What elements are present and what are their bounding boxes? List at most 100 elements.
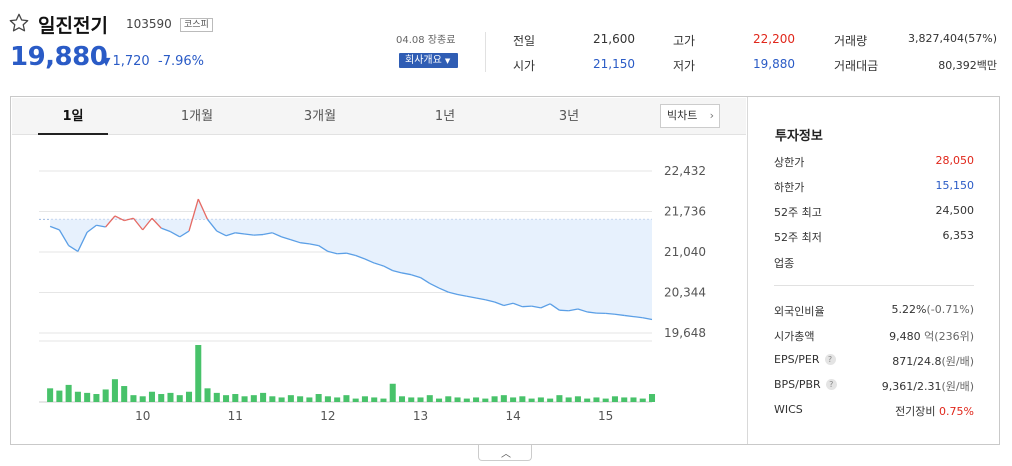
volume-bar xyxy=(482,398,489,402)
bps-pbr-row: BPS/PBR? 9,361/2.31(원/배) xyxy=(774,378,974,396)
bps-pbr-label: BPS/PBR? xyxy=(774,378,837,391)
down-triangle-icon: ▼ xyxy=(102,55,111,68)
volume-bar xyxy=(510,397,517,402)
upper-limit-value: 28,050 xyxy=(935,154,975,167)
price-change-value: 1,720 xyxy=(112,54,150,69)
market-cap: 9,480 xyxy=(889,330,921,343)
eps-per-row: EPS/PER? 871/24.8(원/배) xyxy=(774,353,974,371)
lower-limit-value: 15,150 xyxy=(935,179,975,192)
volume-bar xyxy=(287,395,294,402)
volume-bar xyxy=(593,397,600,402)
wics-sector[interactable]: 전기장비 xyxy=(895,405,935,418)
volume-bar xyxy=(232,394,239,402)
lower-limit-row: 하한가 15,150 xyxy=(774,179,974,197)
volume-bar xyxy=(93,394,100,402)
volume-bar xyxy=(500,395,507,402)
y-tick-label: 20,344 xyxy=(664,286,706,300)
eps-per-label: EPS/PER? xyxy=(774,353,836,366)
volume-bar xyxy=(84,392,91,402)
volume-bar xyxy=(537,397,544,402)
tab-3year[interactable]: 3년 xyxy=(534,98,604,135)
volume-bar xyxy=(111,379,118,402)
chart-panel: 1일 1개월 3개월 1년 3년 빅차트 › 22,432 21,736 21,040… xyxy=(10,96,1000,445)
volume-bar xyxy=(195,345,202,402)
divider xyxy=(774,285,974,286)
stock-header: 일진전기 103590 코스피 19,880 ▼ 1,720 -7.96% 04.… xyxy=(0,0,1012,90)
tab-1year[interactable]: 1년 xyxy=(410,98,480,135)
sector-label: 업종 xyxy=(774,257,795,270)
bps-pbr-label-text: BPS/PBR xyxy=(774,378,821,391)
current-price: 19,880 xyxy=(10,42,108,72)
foreign-ratio-row: 외국인비율 5.22%(-0.71%) xyxy=(774,303,974,321)
volume-bar xyxy=(417,397,424,402)
volume-bar xyxy=(158,394,165,402)
volume-bar xyxy=(584,398,591,402)
tab-3month[interactable]: 3개월 xyxy=(285,98,355,135)
volume-bar xyxy=(139,396,146,402)
w52-high-label: 52주 최고 xyxy=(774,206,822,219)
volume-bar xyxy=(361,396,368,402)
w52-low-label: 52주 최저 xyxy=(774,231,822,244)
price-line-segment xyxy=(337,252,347,255)
investment-title: 투자정보 xyxy=(775,129,823,144)
market-badge: 코스피 xyxy=(180,18,213,32)
volume-bar xyxy=(380,398,387,402)
price-line-segment xyxy=(522,305,532,308)
help-icon[interactable]: ? xyxy=(824,354,836,365)
volume-bar xyxy=(185,391,193,402)
eps-per: 871/24.8 xyxy=(892,355,942,368)
prev-close-value: 21,600 xyxy=(593,32,635,46)
foreign-ratio: 5.22% xyxy=(891,303,927,316)
high-label: 고가 xyxy=(673,34,696,48)
collapse-button[interactable]: ︿ xyxy=(478,445,532,461)
volume-bar xyxy=(426,395,433,402)
tab-1month[interactable]: 1개월 xyxy=(162,98,232,135)
bigchart-button[interactable]: 빅차트 › xyxy=(660,104,720,128)
star-icon[interactable] xyxy=(8,12,30,34)
open-value: 21,150 xyxy=(593,57,635,71)
volume-bars xyxy=(47,345,656,402)
volume-bar xyxy=(260,392,267,402)
y-tick-label: 22,432 xyxy=(664,164,706,178)
stock-code: 103590 xyxy=(126,17,172,31)
volume-bar xyxy=(297,396,304,402)
volume-bar xyxy=(204,388,211,402)
volume-bar xyxy=(602,398,609,402)
volume-bar xyxy=(213,392,220,402)
company-overview-button[interactable]: 회사개요 ▼ xyxy=(399,53,458,68)
volume-bar xyxy=(408,397,415,402)
volume-bar xyxy=(436,398,443,402)
market-status: 04.08 장종료 xyxy=(396,35,456,46)
price-chart[interactable]: 22,43221,73621,04020,34419,648 10 11 12 13 1… xyxy=(12,136,746,444)
price-line-segment xyxy=(605,312,616,315)
w52-high-value: 24,500 xyxy=(935,204,975,217)
wics-change: 0.75% xyxy=(939,405,974,418)
bigchart-label: 빅차트 xyxy=(667,109,698,122)
w52-low-value: 6,353 xyxy=(942,229,975,242)
divider xyxy=(485,32,486,72)
volume-bar xyxy=(491,396,498,402)
volume-bar xyxy=(343,395,350,402)
market-cap-unit: 억(236위) xyxy=(924,330,974,343)
bps-pbr-unit: (원/배) xyxy=(941,380,974,393)
y-tick-label: 21,736 xyxy=(664,205,706,219)
volume-bar xyxy=(241,396,248,402)
chevron-up-icon: ︿ xyxy=(501,449,511,460)
volume-bar xyxy=(639,398,646,402)
volume-bar xyxy=(250,395,257,402)
w52-high-row: 52주 최고 24,500 xyxy=(774,204,974,222)
volume-bar xyxy=(445,396,452,402)
caret-down-icon: ▼ xyxy=(444,57,451,65)
volume-bar xyxy=(611,396,618,402)
upper-limit-row: 상한가 28,050 xyxy=(774,154,974,172)
help-icon[interactable]: ? xyxy=(825,379,837,390)
chevron-right-icon: › xyxy=(709,109,714,122)
volume-bar xyxy=(528,398,535,402)
tab-1day[interactable]: 1일 xyxy=(38,98,108,135)
volume-bar xyxy=(334,397,341,402)
volume-bar xyxy=(473,397,480,402)
volume-bar xyxy=(630,397,637,402)
volume-bar xyxy=(565,397,572,402)
volume-bar xyxy=(148,391,155,402)
volume-bar xyxy=(389,383,396,402)
